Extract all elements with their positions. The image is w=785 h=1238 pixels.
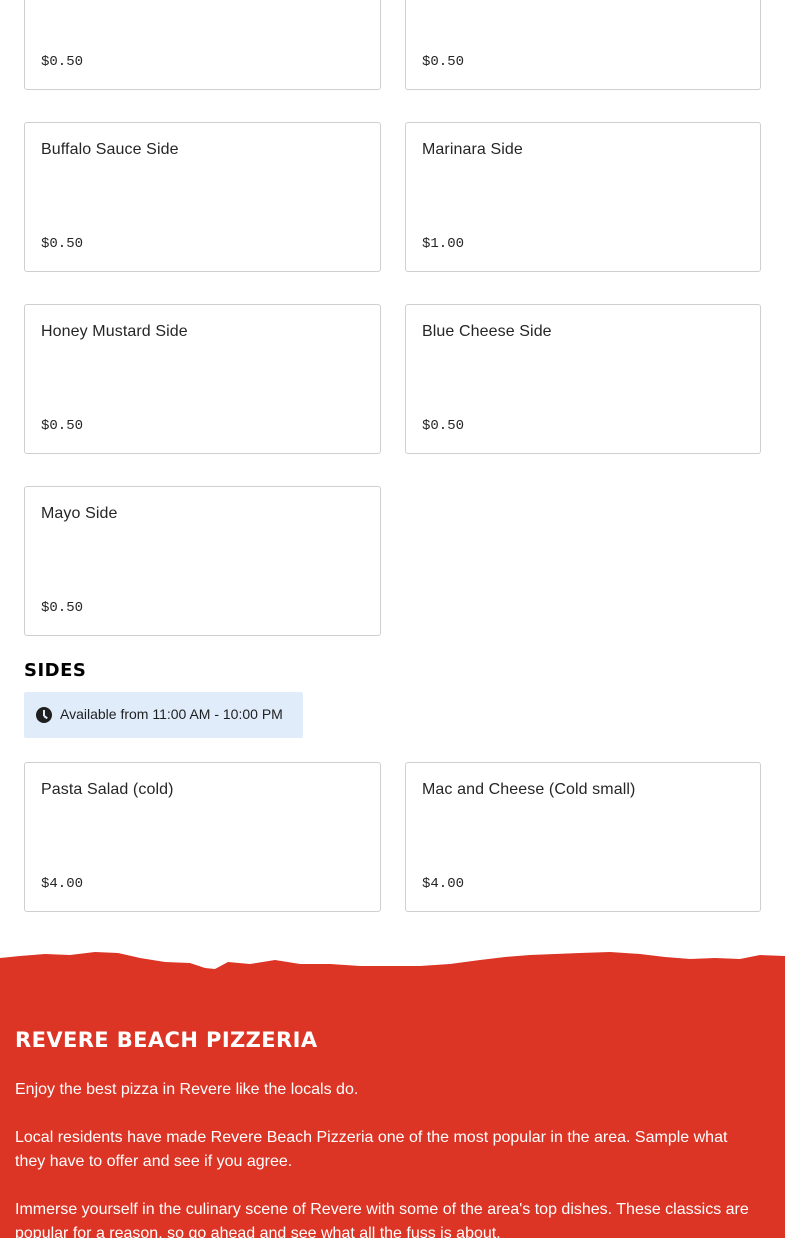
clock-icon (36, 707, 52, 723)
footer-paragraph: Local residents have made Revere Beach P… (15, 1129, 728, 1170)
menu-item-card[interactable]: Marinara Side $1.00 (405, 122, 761, 272)
menu-item-card[interactable]: Mac and Cheese (Cold small) $4.00 (405, 762, 761, 912)
menu-item-card[interactable]: Honey Mustard Side $0.50 (24, 304, 381, 454)
menu-item-name: Mac and Cheese (Cold small) (422, 781, 636, 798)
menu-item-price: $0.50 (41, 600, 84, 616)
menu-item-name: Buffalo Sauce Side (41, 141, 179, 158)
menu-item-price: $0.50 (422, 54, 465, 70)
footer: REVERE BEACH PIZZERIA Enjoy the best piz… (0, 950, 785, 1238)
menu-item-card[interactable]: Pasta Salad (cold) $4.00 (24, 762, 381, 912)
menu-item-name: Honey Mustard Side (41, 323, 188, 340)
footer-title: REVERE BEACH PIZZERIA (15, 1028, 318, 1052)
footer-paragraph: Enjoy the best pizza in Revere like the … (15, 1081, 359, 1098)
menu-item-price: $0.50 (41, 54, 84, 70)
menu-item-price: $0.50 (41, 418, 84, 434)
availability-badge: Available from 11:00 AM - 10:00 PM (24, 692, 303, 738)
menu-item-price: $0.50 (41, 236, 84, 252)
menu-item-price: $0.50 (422, 418, 465, 434)
menu-item-price: $4.00 (422, 876, 465, 892)
availability-text: Available from 11:00 AM - 10:00 PM (60, 706, 283, 722)
menu-item-name: Marinara Side (422, 141, 523, 158)
footer-paragraph: Immerse yourself in the culinary scene o… (15, 1201, 749, 1238)
menu-item-name: Pasta Salad (cold) (41, 781, 174, 798)
menu-item-card[interactable]: $0.50 (24, 0, 381, 90)
menu-item-card[interactable]: Mayo Side $0.50 (24, 486, 381, 636)
menu-item-name: Mayo Side (41, 505, 118, 522)
menu-item-card[interactable]: Blue Cheese Side $0.50 (405, 304, 761, 454)
menu-item-card[interactable]: Buffalo Sauce Side $0.50 (24, 122, 381, 272)
menu-item-name: Blue Cheese Side (422, 323, 552, 340)
menu-item-card[interactable]: $0.50 (405, 0, 761, 90)
section-title-sides: SIDES (24, 660, 87, 681)
menu-item-price: $4.00 (41, 876, 84, 892)
menu-item-price: $1.00 (422, 236, 465, 252)
